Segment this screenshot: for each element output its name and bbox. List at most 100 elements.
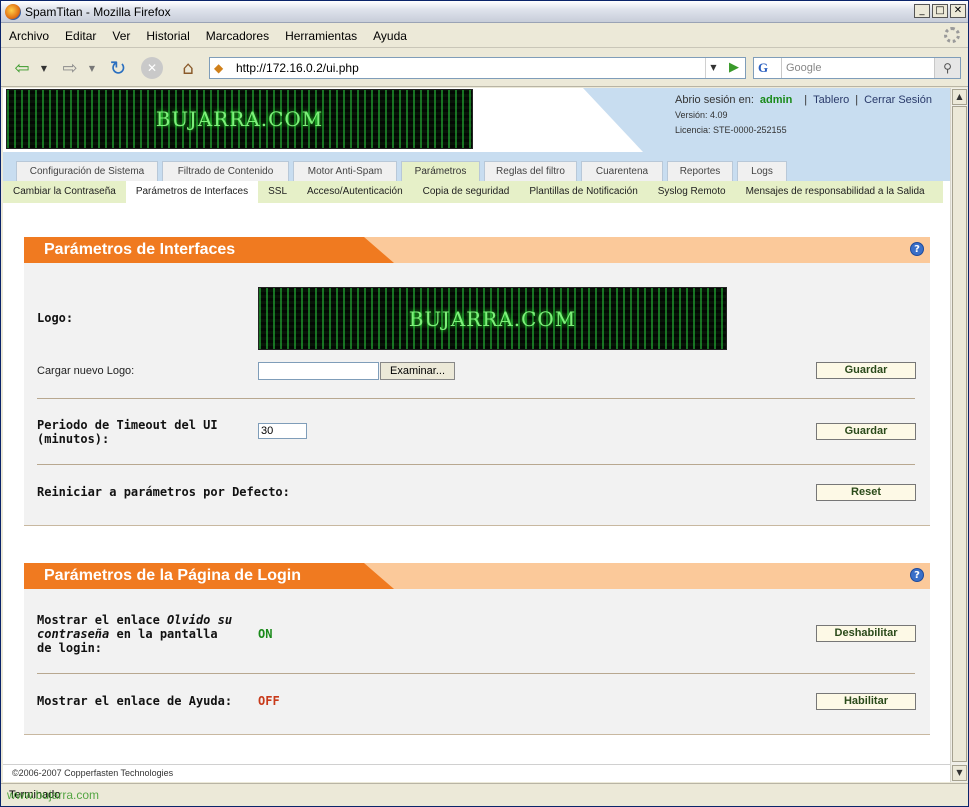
reload-icon[interactable]: ↻ [105,55,131,81]
divider [37,398,915,399]
separator: | [855,94,859,106]
maximize-icon[interactable]: □ [932,4,948,18]
site-favicon-icon: ◆ [214,61,224,75]
enable-help-button[interactable]: Habilitar [816,693,916,710]
menu-editar[interactable]: Editar [57,29,104,43]
subnav-acceso-autenticacion[interactable]: Acceso/Autenticación [297,181,413,203]
browser-window: SpamTitan - Mozilla Firefox _ □ ✕ Archiv… [0,0,969,807]
scroll-up-icon[interactable]: ▲ [952,89,967,105]
home-icon[interactable]: ⌂ [175,55,201,81]
upload-logo-label: Cargar nuevo Logo: [37,365,135,377]
session-info: Abrio sesión en: admin | Tablero | Cerrar Ses… [675,94,932,106]
tab-reglas-filtro[interactable]: Reglas del filtro [484,161,577,181]
logo-label: Logo: [37,311,74,325]
login-panel-header: Parámetros de la Página de Login ? [24,563,930,589]
forward-history-dropdown-icon[interactable]: ▼ [87,55,97,81]
menu-bar: Archivo Editar Ver Historial Marcadores … [1,24,968,48]
forgot-password-label: Mostrar el enlace Olvido su contraseña e… [37,613,237,655]
browse-button[interactable]: Examinar... [380,362,455,380]
logout-link[interactable]: Cerrar Sesión [864,94,932,106]
header-logo-text: BUJARRA.COM [155,107,324,131]
forward-arrow-icon[interactable]: ⇨ [57,55,83,81]
navigation-toolbar: ⇦ ▼ ⇨ ▼ ↻ ✕ ⌂ ◆ http://172.16.0.2/ui.php… [1,49,968,87]
page-footer: ©2006-2007 Copperfasten Technologies [3,764,950,782]
tab-parametros[interactable]: Parámetros [401,161,480,181]
page-content: BUJARRA.COM Abrio sesión en: admin | Tabler… [3,88,950,782]
title-bar: SpamTitan - Mozilla Firefox _ □ ✕ [1,1,968,23]
subnav-cambiar-contrasena[interactable]: Cambiar la Contraseña [3,181,126,203]
stop-icon[interactable]: ✕ [141,57,163,79]
logo-file-input[interactable] [258,362,379,380]
vertical-scrollbar[interactable]: ▲ ▼ [950,88,967,782]
menu-ver[interactable]: Ver [104,29,138,43]
help-link-label: Mostrar el enlace de Ayuda: [37,694,233,708]
status-bar: Terminado [1,783,968,806]
minimize-icon[interactable]: _ [914,4,930,18]
subnav-syslog-remoto[interactable]: Syslog Remoto [648,181,736,203]
header-logo: BUJARRA.COM [6,89,473,149]
scroll-down-icon[interactable]: ▼ [952,765,967,781]
subnav-ssl[interactable]: SSL [258,181,297,203]
license-text: Licencia: STE-0000-252155 [675,125,787,135]
divider [37,673,915,674]
reset-button[interactable]: Reset [816,484,916,501]
url-text[interactable]: http://172.16.0.2/ui.php [236,61,359,75]
separator: | [804,94,808,106]
subnav-parametros-interfaces[interactable]: Parámetros de Interfaces [125,181,259,203]
menu-marcadores[interactable]: Marcadores [198,29,277,43]
session-label: Abrio sesión en: [675,94,754,106]
search-input[interactable]: Google [786,62,821,74]
search-engine-icon[interactable]: G [754,58,782,78]
menu-archivo[interactable]: Archivo [1,29,57,43]
disable-forgot-button[interactable]: Deshabilitar [816,625,916,642]
help-link-state: OFF [258,694,280,708]
back-history-dropdown-icon[interactable]: ▼ [39,55,49,81]
sub-navigation: Cambiar la Contraseña Parámetros de Inte… [3,181,943,203]
window-controls: _ □ ✕ [914,4,966,18]
address-bar[interactable]: ◆ http://172.16.0.2/ui.php ▼ ▶ [209,57,746,79]
session-user: admin [759,94,793,106]
scroll-thumb[interactable] [952,106,967,762]
go-arrow-icon[interactable]: ▶ [725,59,743,77]
interfaces-panel: Parámetros de Interfaces ? Logo: BUJARRA… [24,237,930,526]
tab-cuarentena[interactable]: Cuarentena [581,161,663,181]
window-title: SpamTitan - Mozilla Firefox [25,4,171,19]
tab-logs[interactable]: Logs [737,161,787,181]
current-logo-image: BUJARRA.COM [258,287,727,350]
watermark-text: www.bujarra.com [7,788,100,802]
forgot-password-state: ON [258,627,273,641]
current-logo-text: BUJARRA.COM [408,306,577,331]
menu-ayuda[interactable]: Ayuda [365,29,415,43]
timeout-label: Periodo de Timeout del UI (minutos): [37,418,218,446]
menu-historial[interactable]: Historial [138,29,197,43]
menu-herramientas[interactable]: Herramientas [277,29,365,43]
tab-motor-antispam[interactable]: Motor Anti-Spam [293,161,397,181]
firefox-icon [5,3,21,20]
close-icon[interactable]: ✕ [950,4,966,18]
help-icon[interactable]: ? [910,568,924,582]
save-logo-button[interactable]: Guardar [816,362,916,379]
interfaces-panel-header: Parámetros de Interfaces ? [24,237,930,263]
tab-configuracion-sistema[interactable]: Configuración de Sistema [16,161,158,181]
subnav-plantillas-notificacion[interactable]: Plantillas de Notificación [519,181,647,203]
search-bar[interactable]: G Google ⚲ [753,57,961,79]
login-panel: Parámetros de la Página de Login ? Mostr… [24,563,930,735]
subnav-mensajes-responsabilidad[interactable]: Mensajes de responsabilidad a la Salida [736,181,935,203]
tab-filtrado-contenido[interactable]: Filtrado de Contenido [162,161,289,181]
main-tabs: Configuración de Sistema Filtrado de Con… [3,152,950,181]
timeout-input[interactable]: 30 [258,423,307,439]
search-icon[interactable]: ⚲ [934,58,960,78]
divider [37,464,915,465]
version-text: Versión: 4.09 [675,110,728,120]
save-timeout-button[interactable]: Guardar [816,423,916,440]
reset-defaults-label: Reiniciar a parámetros por Defecto: [37,485,290,499]
tab-reportes[interactable]: Reportes [667,161,733,181]
forgot-label-pre: Mostrar el enlace [37,613,168,627]
back-arrow-icon[interactable]: ⇦ [9,55,35,81]
dashboard-link[interactable]: Tablero [813,94,849,106]
throbber-icon [944,27,960,43]
subnav-copia-seguridad[interactable]: Copia de seguridad [413,181,520,203]
page-header: BUJARRA.COM Abrio sesión en: admin | Tabler… [3,88,950,152]
help-icon[interactable]: ? [910,242,924,256]
url-history-dropdown-icon[interactable]: ▼ [705,58,721,78]
